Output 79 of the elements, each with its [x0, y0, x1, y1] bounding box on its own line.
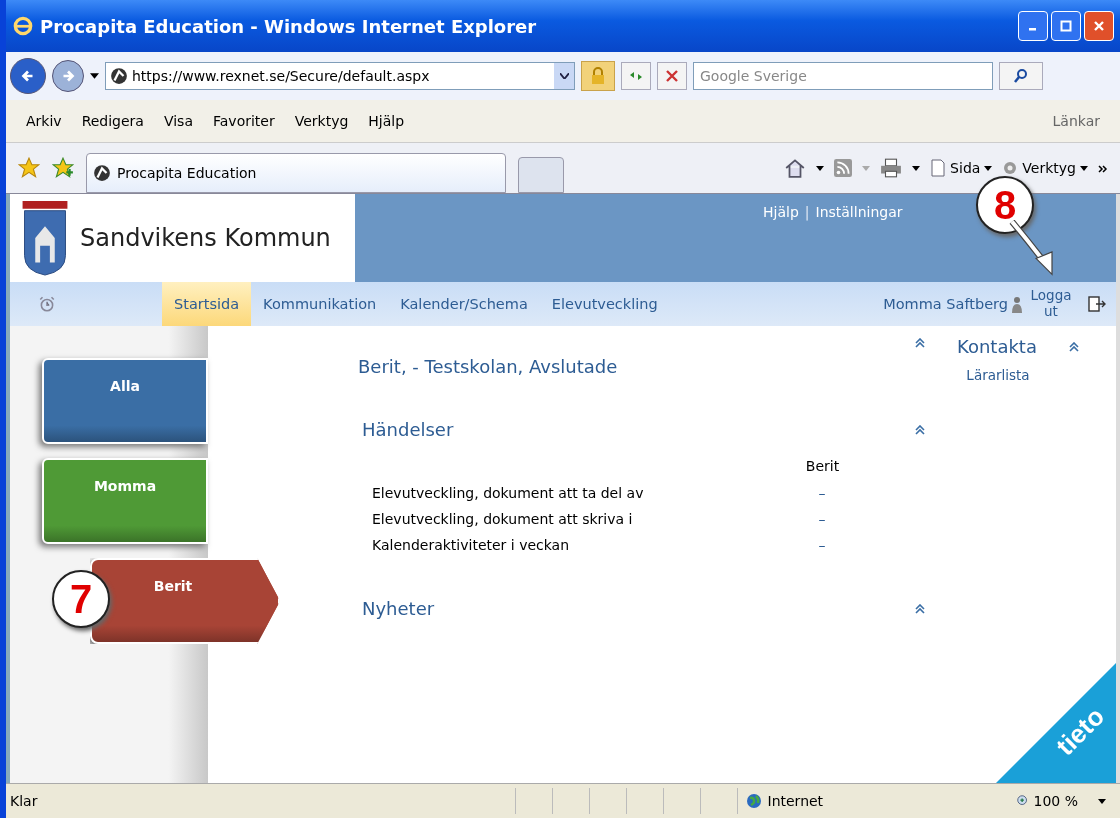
dropdown-caret-icon[interactable] [554, 63, 574, 89]
section-title: Kontakta [957, 336, 1037, 357]
alarm-clock-icon[interactable] [38, 295, 56, 313]
page-heading: Berit, - Testskolan, Avslutade [358, 356, 619, 377]
collapse-icon[interactable] [915, 603, 925, 614]
forward-button[interactable] [52, 60, 84, 92]
menu-item[interactable]: Visa [163, 113, 193, 129]
collapse-icon[interactable] [1068, 341, 1079, 352]
column-header: Berit [804, 457, 841, 476]
caret-icon[interactable] [816, 165, 825, 171]
search-field[interactable]: Google Sverige [693, 62, 993, 90]
event-count-link[interactable]: – [782, 506, 862, 532]
maximize-icon[interactable] [1060, 20, 1072, 32]
caret-icon[interactable] [984, 165, 993, 171]
caret-icon[interactable] [1080, 165, 1088, 171]
site-logo-icon [110, 67, 128, 85]
section-title: Händelser [362, 419, 455, 440]
back-button[interactable] [10, 58, 46, 94]
nav-tab[interactable]: Elevutveckling [539, 282, 670, 326]
stop-button[interactable] [657, 62, 687, 90]
search-button[interactable] [999, 62, 1043, 90]
browser-tab[interactable]: Procapita Education [86, 153, 506, 193]
event-count-link[interactable]: – [782, 480, 862, 506]
nav-tab[interactable]: Kalender/Schema [388, 282, 540, 326]
maximize-button[interactable] [1051, 11, 1081, 41]
chevron-icon[interactable] [1098, 165, 1108, 173]
teacher-list-link[interactable]: Lärarlista [966, 367, 1030, 383]
logout-link[interactable]: Logga ut [1024, 288, 1078, 320]
feed-icon[interactable] [834, 159, 853, 177]
user-name: Momma Saftberg [883, 296, 1008, 312]
collapse-icon[interactable] [915, 424, 925, 435]
caret-icon[interactable] [1098, 798, 1106, 804]
coat-of-arms-icon[interactable] [20, 199, 70, 277]
security-zone: Internet [736, 788, 1016, 814]
refresh-button[interactable] [621, 62, 651, 90]
event-count-link[interactable]: – [782, 532, 862, 558]
exit-door-icon[interactable] [1088, 296, 1106, 312]
menu-item[interactable]: Redigera [81, 113, 144, 129]
window-title: Procapita Education - Windows Internet Explorer [40, 15, 537, 37]
close-icon[interactable] [1093, 20, 1105, 32]
person-icon [1010, 295, 1024, 313]
star-icon[interactable] [18, 157, 40, 179]
search-icon[interactable] [1013, 68, 1029, 84]
selected-student-tab[interactable]: Berit [90, 558, 280, 644]
nav-tab[interactable]: Kommunikation [251, 282, 389, 326]
close-button[interactable] [1084, 11, 1114, 41]
browser-logo-icon [12, 15, 34, 37]
printer-icon[interactable] [880, 158, 903, 178]
zoom-icon[interactable] [1015, 794, 1030, 808]
links-label[interactable]: Länkar [1052, 113, 1100, 129]
globe-icon [745, 793, 762, 809]
section-title: Nyheter [362, 598, 436, 619]
number-callout: 7 [52, 570, 110, 628]
event-label: Elevutveckling, dokument att ta del av [372, 484, 645, 503]
menu-item[interactable]: Verktyg [294, 113, 349, 129]
student-tab[interactable]: Alla [42, 358, 208, 444]
page-menu-button[interactable]: Sida [930, 159, 993, 177]
status-text: Klar [10, 793, 38, 809]
caret-icon[interactable] [912, 165, 921, 171]
menu-item[interactable]: Favoriter [213, 113, 275, 129]
site-name: Sandvikens Kommun [80, 224, 331, 252]
home-icon[interactable] [784, 157, 807, 179]
nav-tab[interactable]: Startsida [162, 282, 252, 326]
menu-item[interactable]: Hjälp [368, 113, 405, 129]
event-label: Kalenderaktiviteter i veckan [372, 536, 571, 555]
collapse-icon[interactable] [915, 338, 925, 348]
stop-icon[interactable] [664, 68, 680, 84]
link-separator: | [804, 204, 810, 220]
event-label: Elevutveckling, dokument att skriva i [372, 510, 634, 529]
minimize-button[interactable] [1018, 11, 1048, 41]
address-field[interactable]: https://www.rexnet.se/Secure/default.aspx [105, 62, 575, 90]
caret-icon[interactable] [90, 73, 99, 79]
site-logo-icon [93, 164, 111, 182]
menu-item[interactable]: Arkiv [26, 113, 62, 129]
zoom-control[interactable]: 100 % [1015, 793, 1078, 809]
add-star-icon[interactable] [52, 157, 74, 179]
tools-menu-button[interactable]: Verktyg [1002, 160, 1088, 176]
student-tab[interactable]: Momma [42, 458, 208, 544]
brand-logo: tieto [996, 663, 1116, 783]
